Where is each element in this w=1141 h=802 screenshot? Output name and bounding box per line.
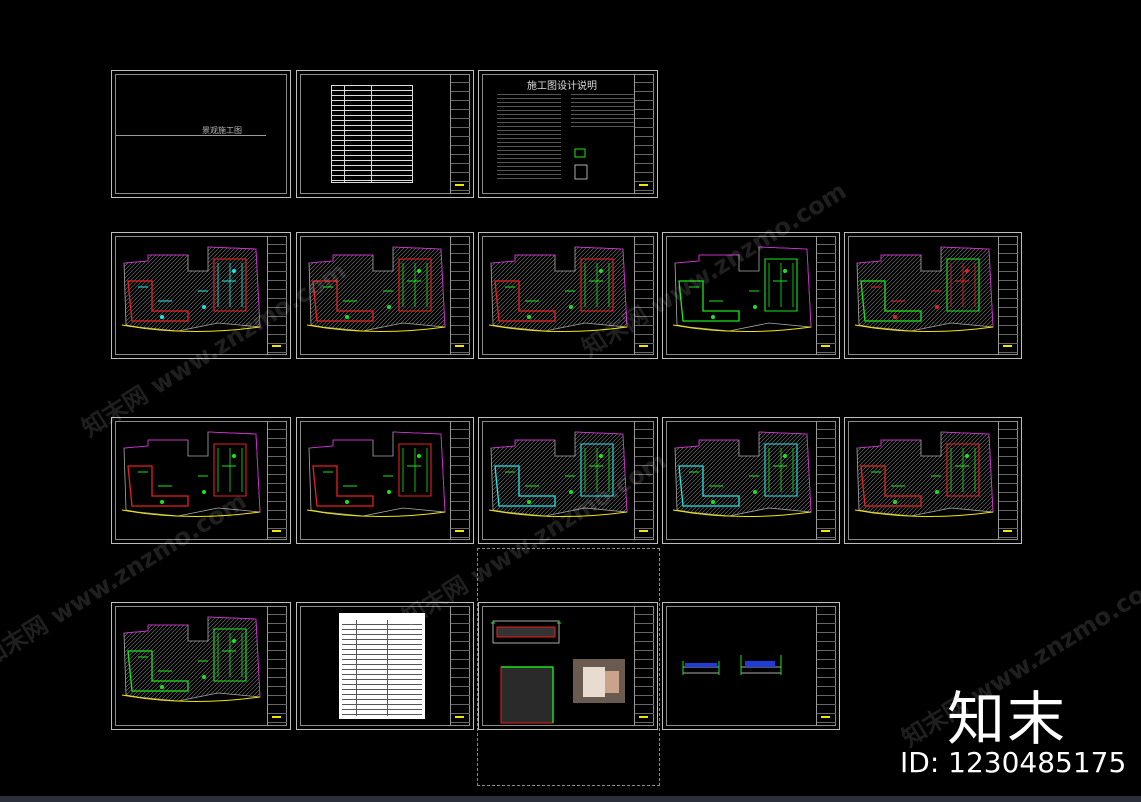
title-block xyxy=(450,606,470,726)
brand-id: ID: 1230485175 xyxy=(900,746,1127,779)
selection-frame xyxy=(477,548,660,786)
sheet-plan[interactable] xyxy=(844,232,1022,359)
title-block xyxy=(998,236,1018,355)
title-block xyxy=(267,421,287,540)
title-block xyxy=(998,421,1018,540)
title-block xyxy=(450,236,470,355)
title-block xyxy=(816,606,836,726)
sheet-plan[interactable] xyxy=(296,417,474,544)
sheet-plan[interactable] xyxy=(662,417,840,544)
sheet-material-table[interactable] xyxy=(296,602,474,730)
brand-logo: 知末 xyxy=(947,685,1068,753)
title-block xyxy=(816,236,836,355)
title-block xyxy=(450,421,470,540)
sheet-cover[interactable]: 景观施工图 xyxy=(111,70,291,198)
title-block xyxy=(267,606,287,726)
drawing-index-table xyxy=(331,85,413,183)
cover-rule xyxy=(116,135,266,136)
notes-text-left xyxy=(497,91,561,181)
status-bar xyxy=(0,796,1141,802)
sheet-plan[interactable] xyxy=(478,232,658,359)
notes-title: 施工图设计说明 xyxy=(527,81,597,92)
sheet-border xyxy=(115,74,287,194)
notes-text-right xyxy=(571,91,635,127)
title-block xyxy=(450,74,470,194)
sheet-plan[interactable] xyxy=(844,417,1022,544)
title-block xyxy=(816,421,836,540)
sheet-section[interactable] xyxy=(662,602,840,730)
section-drawing xyxy=(682,655,782,675)
sheet-planting-plan[interactable] xyxy=(111,602,291,730)
title-block xyxy=(634,74,654,194)
sheet-notes[interactable]: 施工图设计说明 xyxy=(478,70,658,198)
cover-title: 景观施工图 xyxy=(202,126,242,135)
notes-detail-graphic xyxy=(574,148,588,180)
sheet-index[interactable] xyxy=(296,70,474,198)
